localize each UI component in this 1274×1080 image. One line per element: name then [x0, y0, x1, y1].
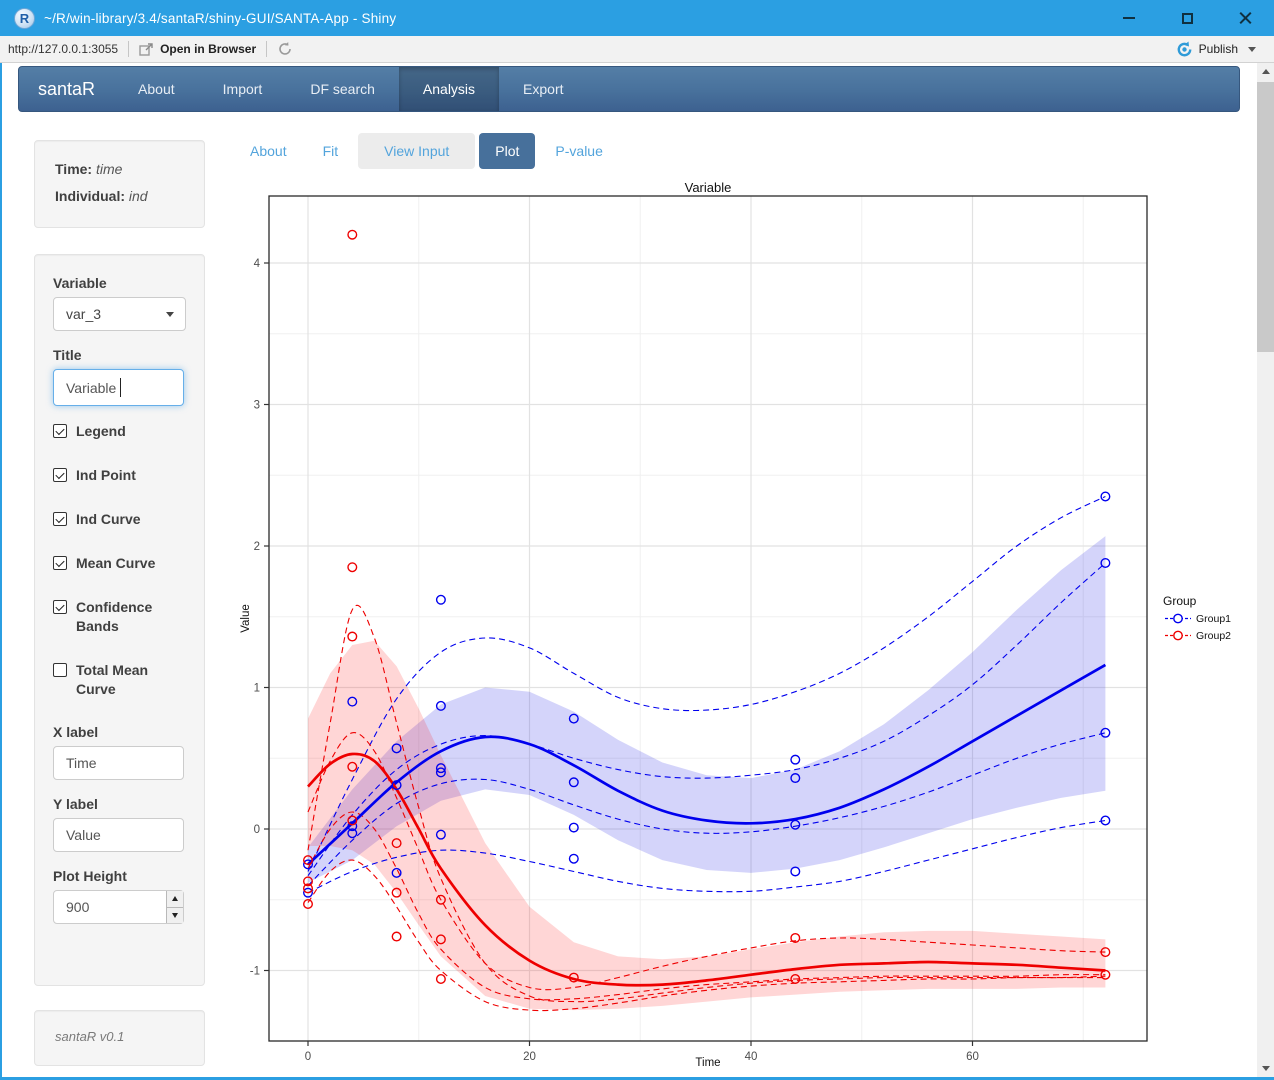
- variable-label: Variable: [53, 275, 186, 291]
- checkbox-confidence-bands[interactable]: Confidence Bands: [53, 598, 178, 636]
- nav-item-about[interactable]: About: [114, 67, 199, 111]
- svg-text:60: 60: [966, 1051, 979, 1063]
- open-in-browser-button[interactable]: Open in Browser: [139, 42, 256, 56]
- plot-controls-panel: Variable var_3 Title Legend Ind Point Ind …: [34, 254, 205, 986]
- svg-text:Time: Time: [695, 1057, 720, 1069]
- nav-item-df-search[interactable]: DF search: [286, 67, 399, 111]
- checkbox-label: Total Mean Curve: [76, 661, 178, 699]
- tab-plot[interactable]: Plot: [479, 133, 535, 169]
- checkbox-unchecked-icon[interactable]: [53, 663, 67, 677]
- open-in-browser-icon: [139, 43, 154, 56]
- svg-text:-1: -1: [250, 966, 260, 978]
- checkbox-label: Mean Curve: [76, 554, 155, 573]
- scroll-up-button[interactable]: [1257, 63, 1274, 80]
- checkbox-label: Legend: [76, 422, 126, 441]
- svg-text:20: 20: [523, 1051, 536, 1063]
- svg-text:Group: Group: [1163, 594, 1197, 608]
- analysis-tabs: AboutFitView InputPlotP-value: [234, 133, 623, 169]
- triangle-down-icon: [1262, 1066, 1270, 1071]
- individual-info: Individual: ind: [55, 188, 184, 204]
- title-bar: R ~/R/win-library/3.4/santaR/shiny-GUI/S…: [0, 0, 1274, 36]
- svg-text:Value: Value: [240, 604, 252, 633]
- app-window: R ~/R/win-library/3.4/santaR/shiny-GUI/S…: [0, 0, 1274, 1080]
- checkbox-checked-icon[interactable]: [53, 512, 67, 526]
- checkbox-ind-curve[interactable]: Ind Curve: [53, 510, 178, 529]
- checkbox-total-mean-curve[interactable]: Total Mean Curve: [53, 661, 178, 699]
- separator: [266, 41, 267, 57]
- chevron-down-icon: [166, 312, 174, 317]
- close-icon: [1239, 12, 1252, 25]
- triangle-up-icon: [172, 896, 178, 901]
- maximize-button[interactable]: [1158, 0, 1216, 36]
- title-label: Title: [53, 347, 186, 363]
- svg-text:2: 2: [254, 541, 260, 553]
- tab-about[interactable]: About: [234, 133, 303, 169]
- tab-p-value[interactable]: P-value: [539, 133, 618, 169]
- svg-text:0: 0: [254, 824, 260, 836]
- publish-dropdown-icon[interactable]: [1248, 47, 1256, 52]
- nav-item-import[interactable]: Import: [199, 67, 287, 111]
- address-text: http://127.0.0.1:3055: [8, 42, 118, 56]
- triangle-down-icon: [172, 913, 178, 918]
- svg-text:0: 0: [305, 1051, 311, 1063]
- minimize-button[interactable]: [1100, 0, 1158, 36]
- spinner-down-button[interactable]: [166, 908, 183, 924]
- maximize-icon: [1182, 13, 1193, 24]
- minimize-icon: [1123, 17, 1135, 19]
- plot-height-input[interactable]: [53, 890, 184, 924]
- checkbox-checked-icon[interactable]: [53, 556, 67, 570]
- svg-text:Variable: Variable: [685, 180, 732, 195]
- close-button[interactable]: [1216, 0, 1274, 36]
- publish-button[interactable]: Publish: [1176, 41, 1256, 58]
- text-cursor: [120, 378, 121, 397]
- plot-canvas: 0 20 40 60 -1 0 1 2 3 4 Variable Time Value Group Grou…: [232, 178, 1248, 1076]
- tab-view-input[interactable]: View Input: [358, 133, 475, 169]
- navbar-brand[interactable]: santaR: [19, 67, 114, 111]
- plot-height-label: Plot Height: [53, 868, 186, 884]
- refresh-button[interactable]: [277, 41, 293, 57]
- navbar: santaR AboutImportDF searchAnalysisExpor…: [18, 66, 1240, 112]
- vertical-scrollbar[interactable]: [1257, 63, 1274, 1077]
- nav-item-analysis[interactable]: Analysis: [399, 67, 499, 111]
- checkbox-label: Ind Point: [76, 466, 136, 485]
- svg-text:Group1: Group1: [1196, 613, 1231, 625]
- dataset-info-panel: Time: time Individual: ind: [34, 140, 205, 228]
- scrollbar-thumb[interactable]: [1257, 82, 1274, 352]
- publish-icon: [1176, 41, 1193, 58]
- svg-text:Group2: Group2: [1196, 630, 1231, 642]
- spinner-up-button[interactable]: [166, 891, 183, 908]
- r-logo-icon: R: [14, 8, 35, 29]
- svg-text:1: 1: [254, 683, 260, 695]
- checkbox-mean-curve[interactable]: Mean Curve: [53, 554, 178, 573]
- x-label-input[interactable]: [53, 746, 184, 780]
- x-label-label: X label: [53, 724, 186, 740]
- svg-text:40: 40: [745, 1051, 758, 1063]
- checkbox-checked-icon[interactable]: [53, 424, 67, 438]
- nav-item-export[interactable]: Export: [499, 67, 587, 111]
- checkbox-checked-icon[interactable]: [53, 468, 67, 482]
- checkbox-legend[interactable]: Legend: [53, 422, 178, 441]
- svg-text:4: 4: [254, 258, 261, 270]
- scroll-down-button[interactable]: [1257, 1060, 1274, 1077]
- window-title: ~/R/win-library/3.4/santaR/shiny-GUI/SAN…: [44, 11, 396, 26]
- variable-select[interactable]: var_3: [53, 297, 186, 331]
- version-text: santaR v0.1: [55, 1029, 184, 1044]
- viewer-toolbar: http://127.0.0.1:3055 Open in Browser Pu…: [0, 36, 1274, 63]
- separator: [128, 41, 129, 57]
- title-input[interactable]: [53, 369, 184, 406]
- checkbox-ind-point[interactable]: Ind Point: [53, 466, 178, 485]
- svg-text:3: 3: [254, 400, 260, 412]
- refresh-icon: [277, 41, 293, 57]
- time-info: Time: time: [55, 161, 184, 177]
- checkbox-label: Ind Curve: [76, 510, 141, 529]
- version-panel: santaR v0.1: [34, 1010, 205, 1066]
- tab-fit[interactable]: Fit: [307, 133, 355, 169]
- triangle-up-icon: [1262, 69, 1270, 74]
- y-label-label: Y label: [53, 796, 186, 812]
- checkbox-checked-icon[interactable]: [53, 600, 67, 614]
- y-label-input[interactable]: [53, 818, 184, 852]
- checkbox-label: Confidence Bands: [76, 598, 178, 636]
